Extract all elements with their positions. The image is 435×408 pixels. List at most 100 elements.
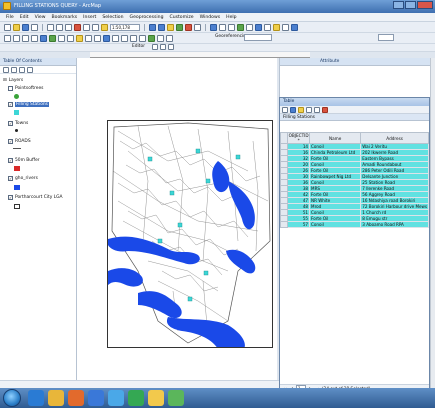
layer-checkbox[interactable] xyxy=(8,86,13,91)
toc-window-icon[interactable] xyxy=(158,23,165,31)
row-selector[interactable] xyxy=(279,221,289,228)
layers-root[interactable]: ⊟ Layers xyxy=(3,78,23,83)
list-by-visibility-icon[interactable] xyxy=(19,66,25,73)
editor-toolbar-icon[interactable] xyxy=(149,23,156,31)
map-canvas[interactable] xyxy=(108,121,273,348)
menu-file[interactable]: File xyxy=(6,15,14,20)
layer-gho-rivers[interactable]: ✓ gho_rivers xyxy=(8,176,38,181)
fixed-zoom-out-icon[interactable] xyxy=(31,34,38,42)
station-point[interactable] xyxy=(169,190,175,196)
menu-customize[interactable]: Customize xyxy=(169,15,193,20)
menu-geoprocessing[interactable]: Geoprocessing xyxy=(130,15,164,20)
layer-checkbox[interactable]: ✓ xyxy=(8,102,13,107)
full-extent-icon[interactable] xyxy=(49,34,56,42)
list-by-drawing-order-icon[interactable] xyxy=(3,66,9,73)
map-data-frame[interactable] xyxy=(107,120,273,348)
edit-tool-icon[interactable] xyxy=(152,44,158,50)
info-icon[interactable] xyxy=(103,34,110,42)
delete-icon[interactable] xyxy=(74,23,81,31)
excel-icon[interactable] xyxy=(168,390,184,406)
media-player-icon[interactable] xyxy=(68,390,84,406)
hyperlink-tool-icon[interactable] xyxy=(112,34,119,42)
paste-icon[interactable] xyxy=(65,23,72,31)
line-width-combo[interactable] xyxy=(378,34,394,41)
catalog-window-icon[interactable] xyxy=(167,23,174,31)
modelbuilder-icon[interactable] xyxy=(210,23,217,31)
layer-50m-buffer[interactable]: ✓ 50m Buffer xyxy=(8,158,40,163)
table-row[interactable]: 57 Conoil 3 Aboamo Road RPA xyxy=(279,221,429,228)
layer-roads[interactable]: ✓ ROADS xyxy=(8,139,31,144)
html-popup-icon[interactable] xyxy=(121,34,128,42)
station-point[interactable] xyxy=(205,178,211,184)
column-header-name[interactable]: Name xyxy=(309,132,362,144)
fixed-zoom-in-icon[interactable] xyxy=(22,34,29,42)
scale-combo[interactable]: 1:50,178 xyxy=(110,23,140,31)
back-extent-icon[interactable] xyxy=(58,34,65,42)
draw-icon[interactable] xyxy=(219,23,226,31)
chrome-icon[interactable] xyxy=(128,390,144,406)
file-explorer-icon[interactable] xyxy=(48,390,64,406)
time-slider-icon[interactable] xyxy=(157,34,164,42)
layout-view-icon[interactable] xyxy=(237,23,244,31)
new-document-icon[interactable] xyxy=(4,23,11,31)
list-by-selection-icon[interactable] xyxy=(27,66,33,73)
copy-icon[interactable] xyxy=(56,23,63,31)
start-button[interactable] xyxy=(3,389,21,407)
layer-checkbox[interactable]: ✓ xyxy=(8,176,13,181)
python-window-icon[interactable] xyxy=(194,23,201,31)
maximize-button[interactable] xyxy=(405,1,416,9)
find-route-icon[interactable] xyxy=(139,34,146,42)
vertical-scrollbar[interactable] xyxy=(430,58,435,403)
menu-view[interactable]: View xyxy=(35,15,46,20)
list-by-source-icon[interactable] xyxy=(11,66,17,73)
pan-icon[interactable] xyxy=(40,34,47,42)
add-data-icon[interactable] xyxy=(101,23,108,31)
select-features-icon[interactable] xyxy=(76,34,83,42)
redo-icon[interactable] xyxy=(92,23,99,31)
station-point[interactable] xyxy=(235,154,241,160)
station-point[interactable] xyxy=(177,222,183,228)
sketch-tool-icon[interactable] xyxy=(160,44,166,50)
internet-explorer-icon[interactable] xyxy=(28,390,44,406)
find-icon[interactable] xyxy=(282,23,289,31)
select-elements-icon[interactable] xyxy=(228,23,235,31)
delete-selected-icon[interactable] xyxy=(322,106,328,113)
data-view-icon[interactable] xyxy=(246,23,253,31)
table-options-icon[interactable] xyxy=(282,106,288,113)
zoom-out-icon[interactable] xyxy=(13,34,20,42)
search-window-icon[interactable] xyxy=(176,23,183,31)
clear-selection-icon[interactable] xyxy=(85,34,92,42)
select-pointer-icon[interactable] xyxy=(94,34,101,42)
layer-towns[interactable]: ✓ Towns xyxy=(8,121,28,126)
station-point[interactable] xyxy=(147,156,153,162)
station-point[interactable] xyxy=(203,270,209,276)
switch-selection-icon[interactable] xyxy=(306,106,312,113)
undo-icon[interactable] xyxy=(83,23,90,31)
close-button[interactable] xyxy=(417,1,433,9)
select-by-attributes-icon[interactable] xyxy=(298,106,304,113)
layer-checkbox[interactable]: ✓ xyxy=(8,139,13,144)
hyperlink-icon[interactable] xyxy=(291,23,298,31)
arctoolbox-icon[interactable] xyxy=(185,23,192,31)
folder-icon[interactable] xyxy=(148,390,164,406)
column-header-address[interactable]: Address xyxy=(360,132,429,144)
menu-windows[interactable]: Windows xyxy=(200,15,221,20)
collapse-icon[interactable]: ⊟ xyxy=(3,78,7,83)
measure-icon[interactable] xyxy=(130,34,137,42)
refresh-icon[interactable] xyxy=(255,23,262,31)
layer-checkbox[interactable]: ✓ xyxy=(8,195,13,200)
open-folder-icon[interactable] xyxy=(13,23,20,31)
station-point[interactable] xyxy=(195,148,201,154)
layer-pointsoftrees[interactable]: Pointsoftrees xyxy=(8,86,43,91)
station-point[interactable] xyxy=(187,296,193,302)
print-icon[interactable] xyxy=(31,23,38,31)
pause-drawing-icon[interactable] xyxy=(264,23,271,31)
layer-portharcourt-city-lga[interactable]: ✓ Portharcourt City LGA xyxy=(8,195,63,200)
layer-checkbox[interactable]: ✓ xyxy=(8,158,13,163)
menu-edit[interactable]: Edit xyxy=(20,15,29,20)
menu-insert[interactable]: Insert xyxy=(83,15,96,20)
layout-view[interactable] xyxy=(77,58,277,380)
save-icon[interactable] xyxy=(22,23,29,31)
word-icon[interactable] xyxy=(88,390,104,406)
menu-selection[interactable]: Selection xyxy=(102,15,123,20)
